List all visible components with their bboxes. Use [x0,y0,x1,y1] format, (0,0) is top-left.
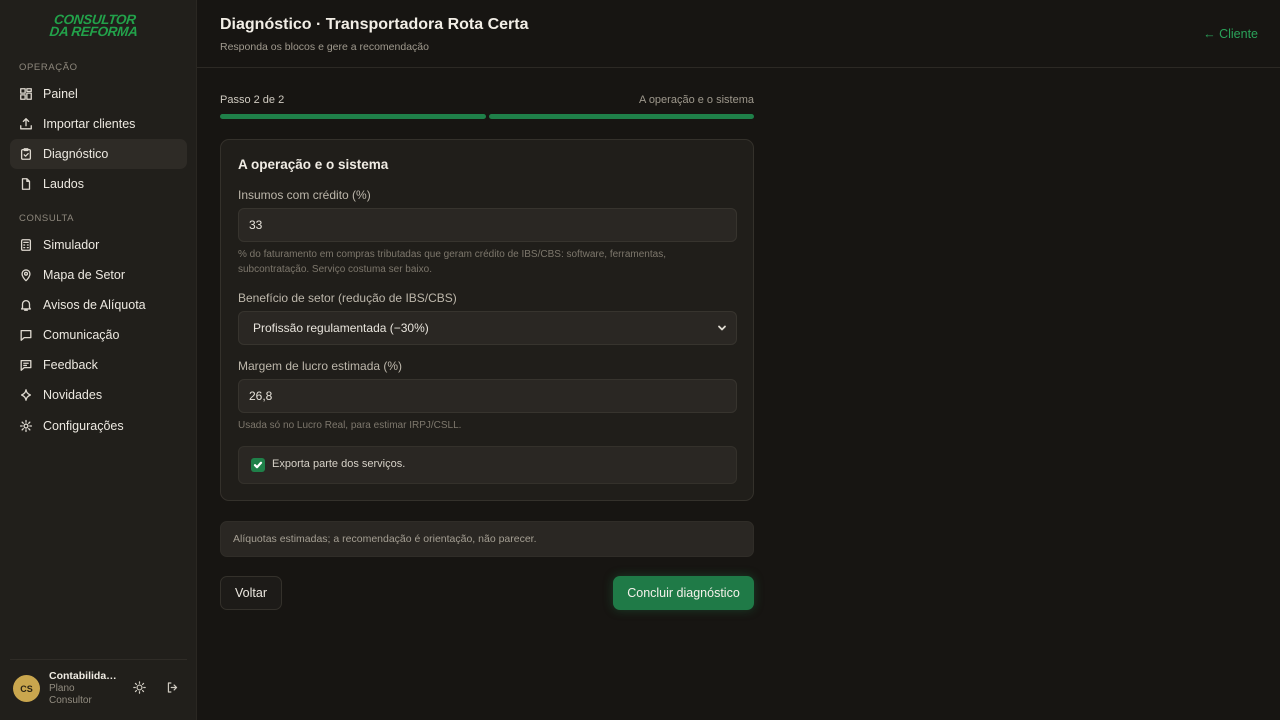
sidebar-item-comunicacao[interactable]: Comunicação [10,320,187,350]
upload-icon [19,117,33,131]
brand-line-2: DA REFORMA [48,24,139,39]
page-subtitle: Responda os blocos e gere a recomendação [220,41,429,53]
sidebar-item-label: Novidades [43,388,103,402]
sidebar-item-painel[interactable]: Painel [10,79,187,109]
calculator-icon [19,238,33,252]
sidebar-item-label: Feedback [43,358,98,372]
sidebar-item-label: Configurações [43,419,124,433]
back-button[interactable]: Voltar [220,576,282,610]
sidebar-item-avisos-de-aliquota[interactable]: Avisos de Alíquota [10,290,187,320]
beneficio-select[interactable]: Profissão regulamentada (−30%) [238,311,737,345]
sidebar-item-label: Mapa de Setor [43,268,125,282]
sidebar-item-label: Painel [43,87,78,101]
page-title: Diagnóstico · Transportadora Rota Certa [220,16,529,33]
sidebar-item-diagnostico[interactable]: Diagnóstico [10,139,187,169]
brand-logo[interactable]: CONSULTOR DA REFORMA [46,12,143,42]
disclaimer-note: Alíquotas estimadas; a recomendação é or… [220,521,754,557]
map-pin-icon [19,268,33,282]
sidebar-item-configuracoes[interactable]: Configurações [10,411,187,441]
sidebar-item-importar-clientes[interactable]: Importar clientes [10,109,187,139]
insumos-label: Insumos com crédito (%) [238,188,371,202]
user-name: Contabilidad... [49,670,121,682]
sidebar-item-simulador[interactable]: Simulador [10,230,187,260]
progress-segment-2 [489,114,754,119]
message-square-icon [19,358,33,372]
insumos-input[interactable]: 33 [238,208,737,242]
margem-label: Margem de lucro estimada (%) [238,359,403,373]
sidebar-item-label: Diagnóstico [43,147,109,161]
chevron-down-icon [716,322,728,334]
file-icon [19,177,33,191]
sidebar-item-label: Importar clientes [43,117,136,131]
beneficio-selected-value: Profissão regulamentada (−30%) [253,321,429,335]
page-header: Diagnóstico · Transportadora Rota Certa … [197,0,1280,68]
insumos-hint: % do faturamento em compras tributadas q… [238,249,666,275]
sidebar-item-feedback[interactable]: Feedback [10,350,187,380]
sidebar-item-label: Laudos [43,177,85,191]
avatar[interactable]: CS [13,675,40,702]
step-counter: Passo 2 de 2 [220,94,285,106]
grid-icon [19,87,33,101]
gear-icon [19,419,33,433]
chat-icon [19,328,33,342]
user-plan: Plano Consultor [49,683,92,706]
progress-segment-1 [220,114,486,119]
form-card-title: A operação e o sistema [238,157,389,172]
sidebar-item-novidades[interactable]: Novidades [10,380,187,410]
step-name: A operação e o sistema [639,94,754,106]
logout-button[interactable] [164,681,180,697]
sidebar-item-label: Avisos de Alíquota [43,298,146,312]
theme-toggle-button[interactable] [131,681,147,697]
sidebar-item-label: Simulador [43,238,100,252]
exporta-option[interactable]: Exporta parte dos serviços. [238,446,737,484]
sidebar-item-mapa-de-setor[interactable]: Mapa de Setor [10,260,187,290]
bell-icon [19,298,33,312]
sidebar: CONSULTOR DA REFORMA OPERAÇÃO Painel Imp… [0,0,197,720]
margem-hint: Usada só no Lucro Real, para estimar IRP… [238,420,462,431]
exporta-label: Exporta parte dos serviços. [272,458,406,470]
sidebar-footer-divider [10,659,187,660]
form-card: A operação e o sistema Insumos com crédi… [220,139,754,501]
sun-icon [132,681,146,697]
section-label-consulta: CONSULTA [19,213,75,224]
section-label-operacao: OPERAÇÃO [19,62,78,73]
sidebar-item-laudos[interactable]: Laudos [10,169,187,199]
submit-diagnostic-button[interactable]: Concluir diagnóstico [613,576,754,610]
margem-input[interactable]: 26,8 [238,379,737,413]
logout-icon [166,681,179,697]
beneficio-label: Benefício de setor (redução de IBS/CBS) [238,291,457,305]
sidebar-item-label: Comunicação [43,328,120,342]
check-icon [253,461,263,469]
back-to-client-link[interactable]: ← Cliente [1203,27,1258,41]
clipboard-check-icon [19,147,33,161]
exporta-checkbox[interactable] [251,458,265,472]
sparkle-icon [19,388,33,402]
